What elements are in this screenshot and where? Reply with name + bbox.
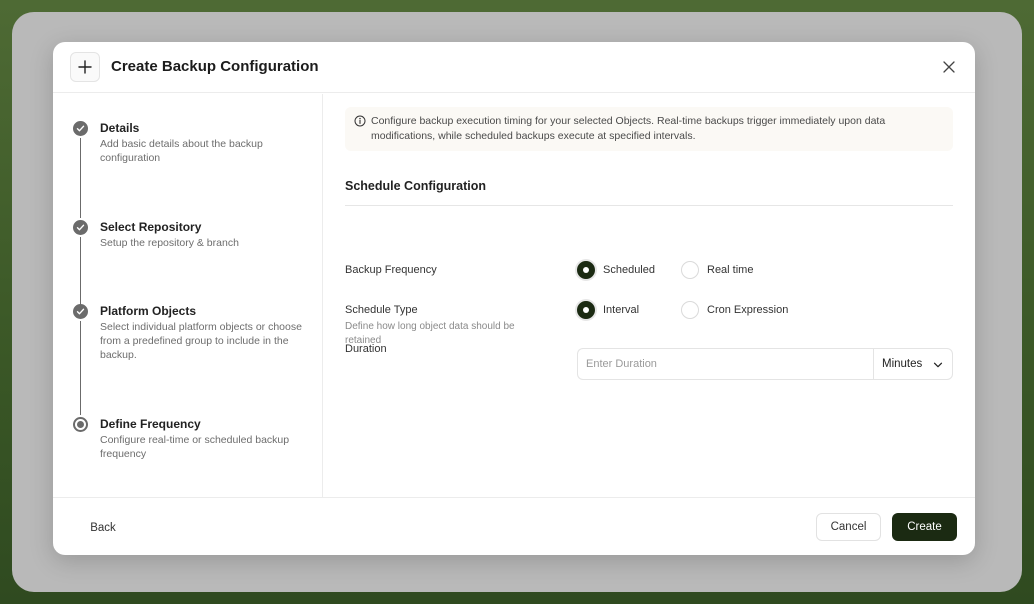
radio-unchecked-icon [681,301,699,319]
back-button[interactable]: Back [79,517,127,539]
check-icon [73,121,88,136]
frequency-content: Configure backup execution timing for yo… [324,94,975,497]
active-step-icon [73,417,88,432]
create-backup-modal: Create Backup Configuration Details Add … [53,42,975,555]
check-icon [73,304,88,319]
info-text: Configure backup execution timing for yo… [371,115,886,142]
step-connector [80,321,81,415]
radio-unchecked-icon [681,261,699,279]
schedule-type-label: Schedule Type [345,304,418,316]
modal-header: Create Backup Configuration [53,42,975,93]
duration-unit-value: Minutes [882,358,923,370]
backup-frequency-label: Backup Frequency [345,264,437,276]
duration-sublabel: Define how long object data should be re… [345,321,515,346]
stepper-sidebar: Details Add basic details about the back… [53,94,323,497]
duration-unit-select[interactable]: Minutes [873,348,953,380]
radio-cron-expression[interactable]: Cron Expression [681,301,788,319]
chevron-down-icon [933,362,943,368]
section-title: Schedule Configuration [345,179,486,193]
step-title: Details [100,121,140,135]
radio-checked-icon [577,301,595,319]
step-description: Select individual platform objects or ch… [100,321,302,361]
info-banner: Configure backup execution timing for yo… [345,107,953,151]
modal-title: Create Backup Configuration [111,58,319,75]
create-button[interactable]: Create [892,513,957,541]
step-description: Add basic details about the backup confi… [100,138,263,164]
check-icon [73,220,88,235]
radio-interval[interactable]: Interval [577,301,639,319]
close-icon [943,61,955,73]
section-divider [345,205,953,206]
radio-real-time[interactable]: Real time [681,261,753,279]
radio-label: Cron Expression [707,304,789,316]
cancel-button[interactable]: Cancel [816,513,881,541]
close-button[interactable] [939,57,959,77]
step-connector [80,138,81,218]
step-title: Select Repository [100,220,202,234]
step-title: Platform Objects [100,304,197,318]
radio-scheduled[interactable]: Scheduled [577,261,655,279]
info-icon [354,115,366,127]
radio-label: Interval [603,304,640,316]
step-description: Configure real-time or scheduled backup … [100,434,290,460]
modal-footer: Back Cancel Create [53,497,975,555]
radio-label: Scheduled [603,264,655,276]
step-description: Setup the repository & branch [100,237,239,249]
step-title: Define Frequency [100,417,201,431]
plus-icon [70,52,100,82]
duration-input[interactable] [577,348,874,380]
radio-label: Real time [707,264,754,276]
step-connector [80,237,81,305]
radio-checked-icon [577,261,595,279]
